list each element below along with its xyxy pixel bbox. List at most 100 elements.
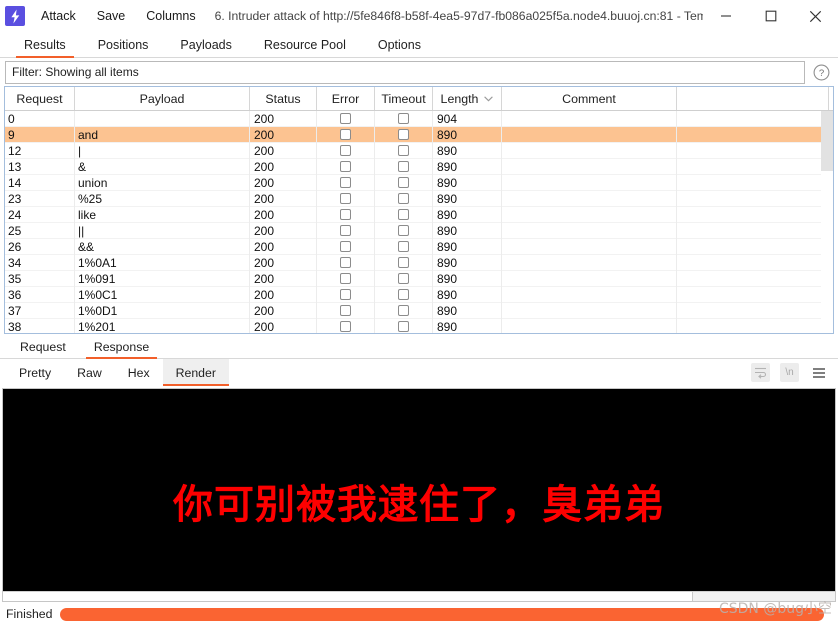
error-checkbox[interactable] xyxy=(340,257,351,268)
render-horizontal-scrollbar[interactable] xyxy=(3,591,835,601)
cell-error[interactable] xyxy=(317,158,375,175)
menu-columns[interactable]: Columns xyxy=(146,9,195,23)
column-header-comment[interactable]: Comment xyxy=(502,87,677,110)
show-newlines-icon[interactable]: \n xyxy=(780,363,799,382)
table-row[interactable]: 9 and 200 890 xyxy=(5,126,833,143)
timeout-checkbox[interactable] xyxy=(398,273,409,284)
cell-timeout[interactable] xyxy=(375,270,433,287)
cell-timeout[interactable] xyxy=(375,254,433,271)
column-header-payload[interactable]: Payload xyxy=(75,87,250,110)
error-checkbox[interactable] xyxy=(340,225,351,236)
cell-timeout[interactable] xyxy=(375,142,433,159)
tab-resource-pool[interactable]: Resource Pool xyxy=(248,38,362,57)
table-row[interactable]: 38 1%201 200 890 xyxy=(5,318,833,333)
error-checkbox[interactable] xyxy=(340,145,351,156)
error-checkbox[interactable] xyxy=(340,161,351,172)
error-checkbox[interactable] xyxy=(340,113,351,124)
error-checkbox[interactable] xyxy=(340,209,351,220)
cell-timeout[interactable] xyxy=(375,126,433,143)
timeout-checkbox[interactable] xyxy=(398,289,409,300)
table-body[interactable]: 0 200 904 9 and 200 890 12 | 200 890 13 & 200 890 14 uni… xyxy=(5,111,833,333)
cell-error[interactable] xyxy=(317,254,375,271)
error-checkbox[interactable] xyxy=(340,177,351,188)
response-render-pane[interactable]: 你可别被我逮住了，臭弟弟 xyxy=(2,388,836,602)
cell-timeout[interactable] xyxy=(375,206,433,223)
error-checkbox[interactable] xyxy=(340,241,351,252)
menu-attack[interactable]: Attack xyxy=(41,9,76,23)
cell-error[interactable] xyxy=(317,206,375,223)
timeout-checkbox[interactable] xyxy=(398,145,409,156)
tab-options[interactable]: Options xyxy=(362,38,437,57)
tab-pretty[interactable]: Pretty xyxy=(6,359,64,386)
cell-timeout[interactable] xyxy=(375,111,433,127)
table-scroll-thumb[interactable] xyxy=(821,111,833,171)
table-row[interactable]: 37 1%0D1 200 890 xyxy=(5,302,833,319)
timeout-checkbox[interactable] xyxy=(398,177,409,188)
tab-render[interactable]: Render xyxy=(162,359,230,386)
tab-positions[interactable]: Positions xyxy=(82,38,165,57)
hamburger-menu-icon[interactable] xyxy=(809,363,828,382)
table-row[interactable]: 25 || 200 890 xyxy=(5,222,833,239)
timeout-checkbox[interactable] xyxy=(398,193,409,204)
cell-error[interactable] xyxy=(317,142,375,159)
error-checkbox[interactable] xyxy=(340,289,351,300)
error-checkbox[interactable] xyxy=(340,305,351,316)
table-row[interactable]: 34 1%0A1 200 890 xyxy=(5,254,833,271)
table-row[interactable]: 12 | 200 890 xyxy=(5,142,833,159)
cell-error[interactable] xyxy=(317,126,375,143)
table-row[interactable]: 0 200 904 xyxy=(5,111,833,127)
timeout-checkbox[interactable] xyxy=(398,305,409,316)
tab-request[interactable]: Request xyxy=(6,340,80,358)
table-row[interactable]: 35 1%091 200 890 xyxy=(5,270,833,287)
timeout-checkbox[interactable] xyxy=(398,321,409,332)
tab-raw[interactable]: Raw xyxy=(64,359,115,386)
cell-timeout[interactable] xyxy=(375,238,433,255)
timeout-checkbox[interactable] xyxy=(398,161,409,172)
timeout-checkbox[interactable] xyxy=(398,241,409,252)
cell-timeout[interactable] xyxy=(375,174,433,191)
close-button[interactable] xyxy=(793,0,838,32)
filter-input[interactable]: Filter: Showing all items xyxy=(5,60,805,84)
table-vertical-scrollbar[interactable] xyxy=(821,111,833,333)
column-header-request[interactable]: Request xyxy=(5,87,75,110)
wrap-lines-icon[interactable] xyxy=(751,363,770,382)
maximize-button[interactable] xyxy=(748,0,793,32)
tab-results[interactable]: Results xyxy=(8,38,82,58)
error-checkbox[interactable] xyxy=(340,193,351,204)
table-row[interactable]: 26 && 200 890 xyxy=(5,238,833,255)
cell-timeout[interactable] xyxy=(375,158,433,175)
error-checkbox[interactable] xyxy=(340,321,351,332)
column-header-error[interactable]: Error xyxy=(317,87,375,110)
cell-error[interactable] xyxy=(317,286,375,303)
cell-timeout[interactable] xyxy=(375,286,433,303)
table-row[interactable]: 23 %25 200 890 xyxy=(5,190,833,207)
cell-error[interactable] xyxy=(317,318,375,333)
cell-error[interactable] xyxy=(317,111,375,127)
cell-error[interactable] xyxy=(317,302,375,319)
error-checkbox[interactable] xyxy=(340,273,351,284)
table-row[interactable]: 13 & 200 890 xyxy=(5,158,833,175)
timeout-checkbox[interactable] xyxy=(398,209,409,220)
cell-timeout[interactable] xyxy=(375,302,433,319)
cell-error[interactable] xyxy=(317,222,375,239)
error-checkbox[interactable] xyxy=(340,129,351,140)
timeout-checkbox[interactable] xyxy=(398,225,409,236)
tab-hex[interactable]: Hex xyxy=(115,359,163,386)
column-header-length[interactable]: Length xyxy=(433,87,502,110)
timeout-checkbox[interactable] xyxy=(398,129,409,140)
cell-error[interactable] xyxy=(317,270,375,287)
minimize-button[interactable] xyxy=(703,0,748,32)
cell-error[interactable] xyxy=(317,238,375,255)
table-row[interactable]: 24 like 200 890 xyxy=(5,206,833,223)
tab-response[interactable]: Response xyxy=(80,340,163,359)
cell-timeout[interactable] xyxy=(375,190,433,207)
cell-timeout[interactable] xyxy=(375,318,433,333)
menu-save[interactable]: Save xyxy=(97,9,126,23)
question-mark-icon[interactable]: ? xyxy=(809,61,833,84)
table-row[interactable]: 14 union 200 890 xyxy=(5,174,833,191)
cell-timeout[interactable] xyxy=(375,222,433,239)
render-scroll-thumb[interactable] xyxy=(3,592,693,601)
column-header-status[interactable]: Status xyxy=(250,87,317,110)
cell-error[interactable] xyxy=(317,174,375,191)
table-row[interactable]: 36 1%0C1 200 890 xyxy=(5,286,833,303)
